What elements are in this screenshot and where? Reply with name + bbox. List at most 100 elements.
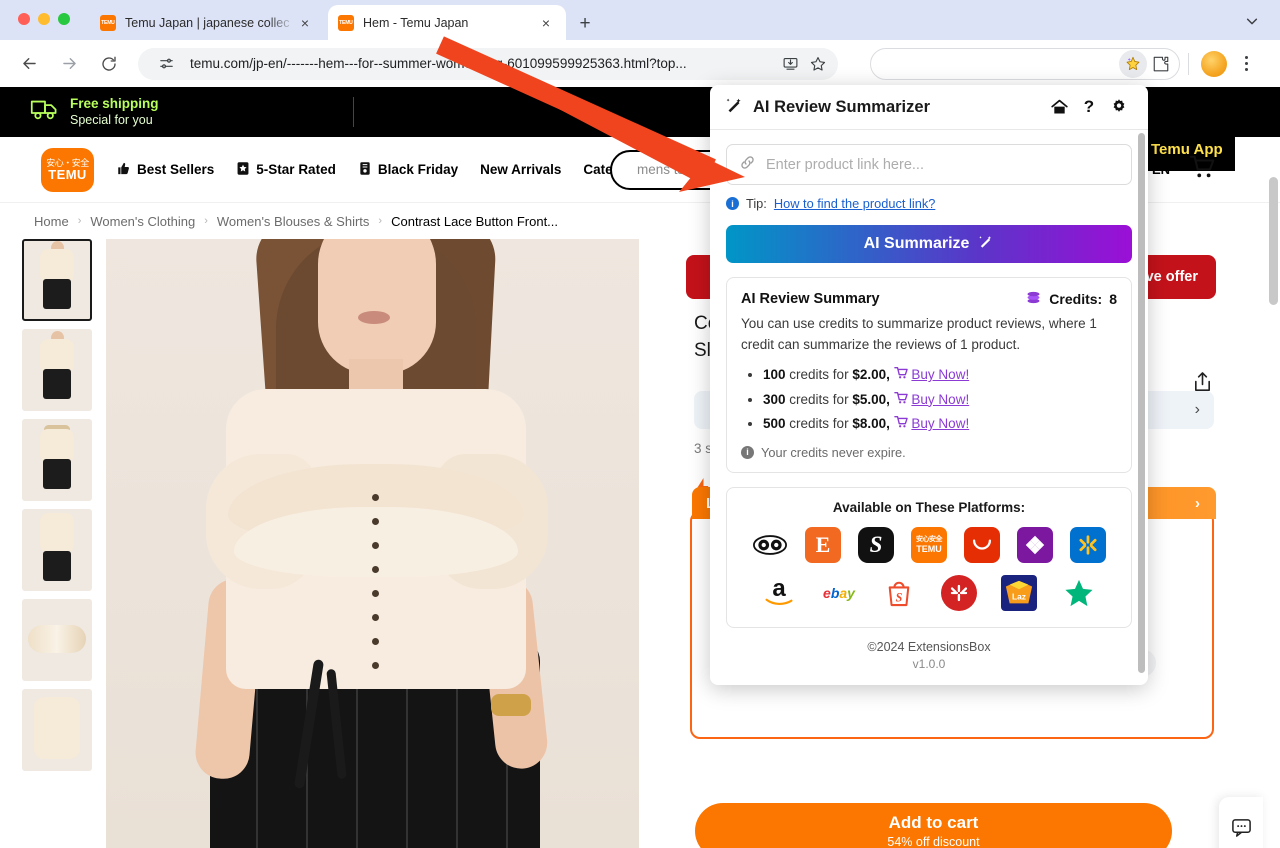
tab-strip: TEMU Temu Japan | japanese collec × TEMU…: [0, 0, 1280, 40]
magic-wand-icon: [977, 233, 994, 255]
breadcrumb-item-blouses-shirts[interactable]: Women's Blouses & Shirts: [217, 214, 370, 229]
help-icon[interactable]: ?: [1074, 92, 1104, 122]
lazada-icon[interactable]: Laz: [1001, 575, 1037, 611]
tip-prefix: Tip:: [746, 196, 767, 211]
popup-scrollbar[interactable]: [1138, 133, 1145, 678]
summary-card-title: AI Review Summary: [741, 291, 880, 307]
shopee-icon[interactable]: S: [881, 575, 917, 611]
thumbnail-5-lace-detail[interactable]: [22, 599, 92, 681]
minimize-window-button[interactable]: [38, 13, 50, 25]
tab-close-icon[interactable]: ×: [536, 13, 556, 33]
temu-logo[interactable]: 安心・安全 TEMU: [41, 148, 94, 192]
thumbnail-1-selected[interactable]: [22, 239, 92, 321]
browser-window: TEMU Temu Japan | japanese collec × TEMU…: [0, 0, 1280, 848]
nav-label: New Arrivals: [480, 162, 561, 177]
platforms-row-1: E S 安心安全TEMU: [737, 527, 1121, 563]
nav-black-friday[interactable]: Black Friday: [358, 161, 458, 179]
toolbar-divider: [1188, 53, 1189, 75]
walmart-icon[interactable]: [1070, 527, 1106, 563]
popup-scrollbar-thumb[interactable]: [1138, 133, 1145, 673]
credits-description: You can use credits to summarize product…: [741, 314, 1117, 355]
tab-close-icon[interactable]: ×: [295, 13, 315, 33]
lightning-chevron-right-icon: ›: [1195, 495, 1200, 512]
add-to-cart-discount: 54% off discount: [887, 834, 979, 848]
site-settings-icon[interactable]: [152, 50, 180, 78]
url-text: temu.com/jp-en/-------hem---for--summer-…: [190, 56, 776, 71]
plan-price: $5.00,: [852, 392, 890, 407]
ebay-icon[interactable]: ebay: [821, 575, 857, 611]
thumbnail-4[interactable]: [22, 509, 92, 591]
shein-icon[interactable]: S: [858, 527, 894, 563]
chrome-menu-button[interactable]: [1233, 56, 1259, 71]
breadcrumb-item-home[interactable]: Home: [34, 214, 69, 229]
extensions-search-pill[interactable]: [870, 48, 1180, 80]
promo-divider: [353, 97, 354, 127]
etsy-icon[interactable]: E: [805, 527, 841, 563]
credit-plan-item: 500 credits for $8.00, Buy Now!: [763, 412, 1117, 437]
popup-header: AI Review Summarizer ?: [710, 85, 1148, 130]
credits-value: 8: [1109, 291, 1117, 307]
tab-search-chevron-down-icon[interactable]: [1238, 9, 1266, 33]
temu-icon[interactable]: 安心安全TEMU: [911, 527, 947, 563]
buy-now-link[interactable]: Buy Now!: [911, 416, 969, 431]
trustpilot-icon[interactable]: [1061, 575, 1097, 611]
buy-now-link[interactable]: Buy Now!: [911, 367, 969, 382]
cart-icon: [894, 416, 912, 431]
yelp-icon[interactable]: [941, 575, 977, 611]
chat-bubble-icon[interactable]: [1231, 817, 1252, 843]
close-window-button[interactable]: [18, 13, 30, 25]
home-icon[interactable]: [1044, 92, 1074, 122]
bookmark-star-icon[interactable]: [804, 50, 832, 78]
product-link-input[interactable]: Enter product link here...: [726, 144, 1132, 185]
expiry-text: Your credits never expire.: [761, 445, 906, 460]
platforms-title: Available on These Platforms:: [737, 500, 1121, 515]
ai-summarize-button[interactable]: AI Summarize: [726, 225, 1132, 263]
window-traffic-lights: [18, 13, 70, 25]
new-tab-button[interactable]: +: [572, 10, 598, 36]
browser-tab-1[interactable]: TEMU Temu Japan | japanese collec ×: [90, 5, 325, 40]
install-app-icon[interactable]: [776, 50, 804, 78]
credit-plan-list: 100 credits for $2.00, Buy Now! 300 cred…: [763, 363, 1117, 437]
maximize-window-button[interactable]: [58, 13, 70, 25]
page-scrollbar-thumb[interactable]: [1269, 177, 1278, 305]
how-to-find-product-link[interactable]: How to find the product link?: [774, 196, 935, 211]
nav-5-star-rated[interactable]: 5-Star Rated: [236, 161, 336, 179]
breadcrumb-item-womens-clothing[interactable]: Women's Clothing: [90, 214, 195, 229]
reload-button[interactable]: [92, 47, 126, 81]
extensions-puzzle-icon[interactable]: [1147, 50, 1175, 78]
platforms-row-2: a ebay S Laz: [737, 575, 1121, 611]
wayfair-icon[interactable]: [1017, 527, 1053, 563]
credit-plan-item: 100 credits for $2.00, Buy Now!: [763, 363, 1117, 388]
amazon-icon[interactable]: a: [761, 575, 797, 611]
site-search-value: mens tshirts: [637, 162, 710, 177]
aliexpress-icon[interactable]: [964, 527, 1000, 563]
shopping-cart-icon[interactable]: [1188, 153, 1218, 186]
tab-title: Hem - Temu Japan: [363, 16, 536, 30]
nav-best-sellers[interactable]: Best Sellers: [116, 161, 214, 179]
svg-text:Laz: Laz: [1012, 591, 1026, 601]
back-button[interactable]: [12, 47, 46, 81]
profile-avatar[interactable]: [1201, 51, 1227, 77]
buy-now-link[interactable]: Buy Now!: [911, 392, 969, 407]
product-title-line2: Sl: [694, 340, 711, 361]
thumbnail-6[interactable]: [22, 689, 92, 771]
info-icon: i: [741, 446, 754, 459]
page-scrollbar[interactable]: [1269, 177, 1278, 848]
thumbnail-3[interactable]: [22, 419, 92, 501]
magic-wand-icon: [724, 95, 744, 120]
language-selector[interactable]: EN: [1152, 162, 1170, 177]
gear-icon[interactable]: [1104, 92, 1134, 122]
forward-button[interactable]: [52, 47, 86, 81]
nav-new-arrivals[interactable]: New Arrivals: [480, 162, 561, 177]
address-bar[interactable]: temu.com/jp-en/-------hem---for--summer-…: [138, 48, 838, 80]
tripadvisor-icon[interactable]: [752, 527, 788, 563]
add-to-cart-button[interactable]: Add to cart 54% off discount: [695, 803, 1172, 848]
product-main-image[interactable]: [106, 239, 639, 848]
browser-tab-2-active[interactable]: TEMU Hem - Temu Japan ×: [328, 5, 566, 40]
cart-icon: [894, 367, 912, 382]
ai-review-summarizer-extension-icon[interactable]: [1119, 50, 1147, 78]
link-chain-icon: [739, 154, 756, 176]
thumbnail-2[interactable]: [22, 329, 92, 411]
service-chevron-right-icon: ›: [1195, 401, 1200, 419]
floating-side-dock: [1219, 797, 1263, 848]
